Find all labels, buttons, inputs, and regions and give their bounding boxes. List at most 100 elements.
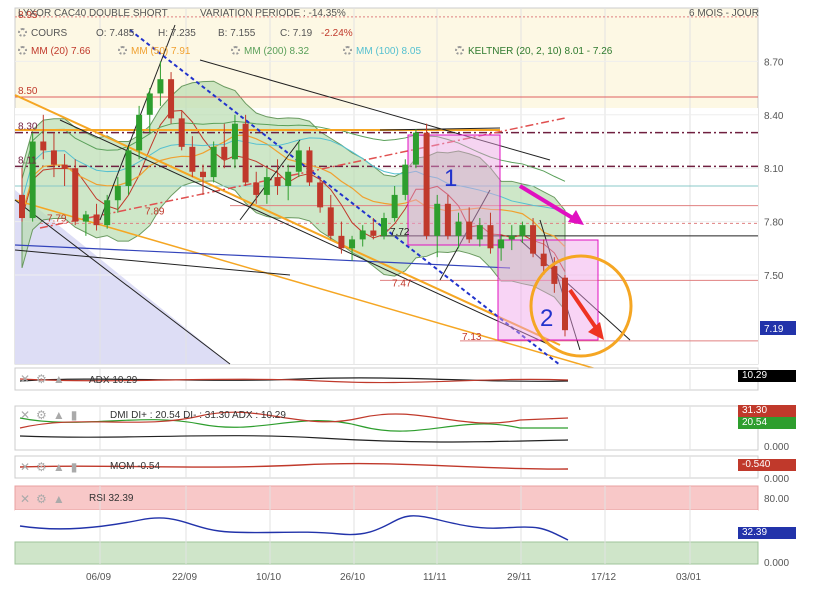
candle-body (82, 214, 89, 222)
candle-body (476, 225, 483, 240)
candle-body (530, 225, 537, 254)
x-axis-labels: 06/09 22/09 10/10 26/10 11/11 29/11 17/12 03/01 (86, 572, 701, 583)
candle-body (263, 177, 270, 195)
level-label: 8.50 (18, 86, 38, 97)
y-tick-label: 8.10 (764, 164, 784, 175)
mm200-label: MM (200) 8.32 (244, 46, 310, 57)
candle-body (444, 203, 451, 236)
legend-mm20[interactable]: MM (20) 7.66 (18, 46, 90, 57)
mom-controls[interactable]: ✕⚙▲▮ (20, 460, 83, 474)
legend-open: O: 7.485 (96, 28, 135, 39)
candle-body (370, 230, 377, 236)
candle-body (434, 203, 441, 236)
candle-body (40, 141, 47, 151)
legend-cours[interactable]: COURS (18, 28, 67, 39)
x-tick-label: 06/09 (86, 572, 111, 583)
candle-body (498, 239, 505, 249)
candle-body (519, 225, 526, 236)
legend-low: B: 7.155 (218, 28, 256, 39)
y-axis-labels: 7.50 7.80 8.10 8.40 8.70 (764, 57, 784, 282)
x-tick-label: 17/12 (591, 572, 616, 583)
adx-controls[interactable]: ✕⚙▲ (20, 372, 71, 386)
gear-icon[interactable] (118, 46, 127, 55)
candle-body (455, 221, 462, 236)
level-label: 7.79 (47, 213, 67, 224)
gear-icon[interactable] (231, 46, 240, 55)
x-tick-label: 03/01 (676, 572, 701, 583)
cours-label: COURS (31, 28, 68, 39)
gear-icon[interactable] (18, 28, 27, 37)
level-label: 8.11 (18, 155, 37, 166)
gear-icon[interactable] (18, 46, 27, 55)
candle-body (93, 214, 100, 226)
candle-body (221, 146, 228, 160)
candle-body (508, 235, 515, 240)
candle-body (146, 93, 153, 115)
legend-close: C: 7.19 (280, 28, 313, 39)
candle-body (168, 79, 175, 119)
candle-body (402, 164, 409, 195)
candle-body (349, 239, 356, 249)
candle-body (317, 182, 324, 208)
adx-value-box: 10.29 (738, 370, 796, 382)
y-tick-label: 7.50 (764, 271, 784, 282)
legend-keltner[interactable]: KELTNER (20, 2, 10) 8.01 - 7.26 (455, 46, 612, 57)
x-tick-label: 26/10 (340, 572, 365, 583)
candle-body (189, 146, 196, 172)
dmi-minus-box: 31.30 (738, 405, 796, 417)
adx-label: ADX 10.29 (89, 375, 138, 386)
candle-body (540, 253, 547, 267)
legend-high: H: 7.235 (158, 28, 196, 39)
candle-body (412, 132, 419, 165)
candle-body (61, 164, 68, 169)
x-tick-label: 29/11 (507, 572, 532, 583)
candle-body (125, 150, 132, 186)
candle-body (381, 218, 387, 236)
candle-body (231, 123, 238, 160)
candle-body (274, 177, 281, 186)
dmi-label: DMI DI+ : 20.54 DI- : 31.30 ADX : 10.29 (110, 410, 286, 421)
candle-body (391, 194, 398, 219)
dmi-controls[interactable]: ✕⚙▲▮ (20, 408, 83, 422)
candle-body (210, 146, 217, 178)
candle-body (136, 114, 143, 151)
candle-body (29, 141, 36, 219)
rsi-controls[interactable]: ✕⚙▲ (20, 492, 71, 506)
rsi-value-box: 32.39 (738, 527, 796, 539)
candle-body (359, 230, 366, 240)
gear-icon[interactable] (343, 46, 352, 55)
candle-body (306, 150, 313, 183)
annotation-1: 1 (444, 165, 457, 192)
candle-body (562, 277, 568, 331)
last-price-label: 7.19 (764, 324, 784, 335)
period-label[interactable]: 6 MOIS - JOUR (689, 8, 759, 19)
level-label: 8.30 (18, 122, 38, 133)
gear-icon[interactable] (455, 46, 464, 55)
mom-label: MOM -0.54 (110, 461, 161, 472)
candle-body (338, 235, 345, 249)
variation-label: VARIATION PERIODE : -14.35% (200, 8, 346, 19)
candle-body (114, 186, 121, 201)
candle-body (487, 225, 494, 249)
candle-body (157, 79, 164, 94)
keltner-label: KELTNER (20, 2, 10) 8.01 - 7.26 (468, 46, 613, 57)
legend-mm50[interactable]: MM (50) 7.91 (118, 46, 190, 57)
annotation-2: 2 (540, 305, 553, 332)
candle-body (104, 200, 111, 226)
candle-body (327, 207, 334, 236)
y-tick-label: 8.70 (764, 57, 784, 68)
candle-body (253, 182, 260, 195)
level-label: 7.89 (145, 207, 165, 218)
candle-body (19, 194, 25, 219)
rsi-top-label: 80.00 (764, 494, 790, 505)
legend-mm200[interactable]: MM (200) 8.32 (231, 46, 309, 57)
candle-body (242, 123, 249, 183)
rsi-zero-label: 0.000 (764, 558, 790, 569)
mom-zero-label: 0.000 (764, 474, 790, 485)
y-tick-label: 7.80 (764, 218, 784, 229)
candle-body (423, 132, 430, 236)
candle-body (50, 150, 57, 165)
legend-mm100[interactable]: MM (100) 8.05 (343, 46, 421, 57)
candle-body (285, 171, 292, 186)
y-tick-label: 8.40 (764, 111, 784, 122)
